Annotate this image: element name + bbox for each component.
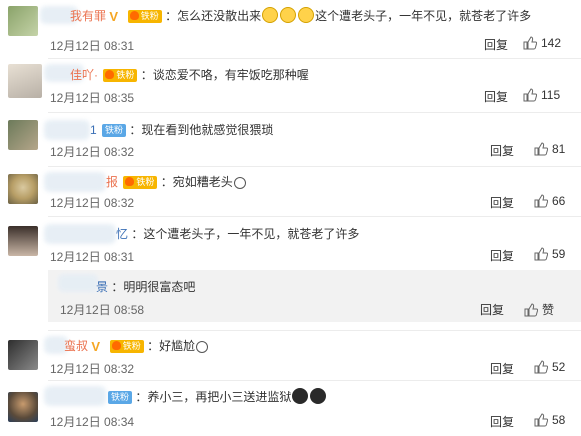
comment-item: 我有罪 V 铁粉 ：怎么还没散出来 这个遭老头子，一年不见，就苍老了许多 12月1… xyxy=(0,0,581,58)
blurred-username xyxy=(44,224,116,244)
flame-icon xyxy=(129,11,139,21)
comment-username[interactable]: 佳吖· xyxy=(70,68,98,82)
fan-badge[interactable]: 铁粉 xyxy=(127,10,162,24)
thumbs-up-icon xyxy=(534,142,549,156)
comment-item: 蛮叔 V 铁粉 ：好尴尬 12月12日 08:32 回复 52 xyxy=(0,330,581,380)
comment-text: ：现在看到他就感觉很猥琐 xyxy=(129,123,274,137)
comment-text-tail: 这个遭老头子，一年不见，就苍老了许多 xyxy=(315,9,532,23)
reply-button[interactable]: 回复 xyxy=(490,247,514,264)
comment-text: ：养小三，再把小三送进监狱 xyxy=(135,390,292,404)
laugh-emoji-icon xyxy=(280,7,297,23)
avatar[interactable] xyxy=(8,226,38,256)
flame-icon xyxy=(111,341,121,351)
comment-username[interactable]: 我有罪 xyxy=(70,9,106,23)
comment-date: 12月12日 08:34 xyxy=(50,415,135,429)
verified-v-icon: V xyxy=(109,9,119,25)
reply-button[interactable]: 回复 xyxy=(490,360,514,377)
laugh-emoji-icon xyxy=(298,7,315,23)
thumbs-up-icon xyxy=(534,360,549,374)
thumbs-up-icon xyxy=(524,303,539,317)
eyes-emoji-icon xyxy=(310,388,327,404)
comment-item: 铁粉 ：养小三，再把小三送进监狱 12月12日 08:34 回复 58 xyxy=(0,380,581,436)
blurred-username xyxy=(44,172,106,192)
comment-date: 12月12日 08:31 xyxy=(50,39,135,53)
comment-username[interactable]: 报 xyxy=(106,175,118,189)
comment-date: 12月12日 08:35 xyxy=(50,91,135,105)
reply-button[interactable]: 回复 xyxy=(490,142,514,159)
comment-item: 1 铁粉 ：现在看到他就感觉很猥琐 12月12日 08:32 回复 81 xyxy=(0,112,581,166)
like-button[interactable]: 58 xyxy=(534,413,565,427)
avatar[interactable] xyxy=(8,340,38,370)
blurred-username xyxy=(44,386,106,406)
smile-emoji-icon xyxy=(233,177,246,189)
verified-v-icon: V xyxy=(91,339,101,355)
like-button[interactable]: 142 xyxy=(523,36,561,50)
like-button[interactable]: 66 xyxy=(534,194,565,208)
avatar[interactable] xyxy=(8,392,38,422)
comment-text: ：谈恋爱不咯，有牢饭吃那种喔 xyxy=(140,68,309,82)
avatar[interactable] xyxy=(8,6,38,36)
thumbs-up-icon xyxy=(523,36,538,50)
comment-date: 12月12日 08:32 xyxy=(50,196,135,210)
reply-button[interactable]: 回复 xyxy=(484,88,508,105)
flame-icon xyxy=(125,177,135,187)
avatar[interactable] xyxy=(8,120,38,150)
comment-username[interactable]: 蛮叔 xyxy=(64,339,88,353)
comment-item: 佳吖· 铁粉 ：谈恋爱不咯，有牢饭吃那种喔 12月12日 08:35 回复 11… xyxy=(0,58,581,114)
comment-date: 12月12日 08:31 xyxy=(50,250,135,264)
like-button[interactable]: 115 xyxy=(523,88,560,102)
like-button[interactable]: 59 xyxy=(534,247,565,261)
comment-text: ：宛如糟老头 xyxy=(160,175,233,189)
reply-button[interactable]: 回复 xyxy=(490,194,514,211)
fan-badge[interactable]: 铁粉 xyxy=(123,176,158,190)
thumbs-up-icon xyxy=(534,194,549,208)
blurred-username xyxy=(58,274,98,292)
comment-text: ：明明很富态吧 xyxy=(111,280,196,294)
laugh-emoji-icon xyxy=(262,7,279,23)
awkward-emoji-icon xyxy=(196,341,209,353)
comment-text: ：好尴尬 xyxy=(147,339,196,353)
like-button[interactable]: 81 xyxy=(534,142,565,156)
comment-username[interactable]: 1 xyxy=(90,123,97,137)
flame-icon xyxy=(105,70,115,80)
fan-badge[interactable]: 铁粉 xyxy=(103,69,138,83)
reply-button[interactable]: 回复 xyxy=(490,413,514,430)
thumbs-up-icon xyxy=(523,88,538,102)
comment-username[interactable]: 景 xyxy=(96,280,108,294)
sub-reply-box: 景 ：明明很富态吧 12月12日 08:58 回复 赞 xyxy=(48,270,581,322)
iron-fan-badge[interactable]: 铁粉 xyxy=(102,124,127,138)
comment-date: 12月12日 08:32 xyxy=(50,362,135,376)
thumbs-up-icon xyxy=(534,413,549,427)
reply-button[interactable]: 回复 xyxy=(480,301,504,318)
eyes-emoji-icon xyxy=(292,388,309,404)
comment-item: 报 铁粉 ：宛如糟老头 12月12日 08:32 回复 66 xyxy=(0,166,581,216)
comment-text: ：这个遭老头子，一年不见，就苍老了许多 xyxy=(131,227,360,241)
comment-username[interactable]: 忆 xyxy=(116,227,128,241)
comment-date: 12月12日 08:58 xyxy=(60,303,145,317)
comment-text: ：怎么还没散出来 xyxy=(165,9,262,23)
like-button[interactable]: 52 xyxy=(534,360,565,374)
like-button[interactable]: 赞 xyxy=(524,301,554,318)
iron-fan-badge[interactable]: 铁粉 xyxy=(108,391,133,405)
fan-badge[interactable]: 铁粉 xyxy=(109,340,144,354)
thumbs-up-icon xyxy=(534,247,549,261)
comment-date: 12月12日 08:32 xyxy=(50,145,135,159)
comment-item: 忆 ：这个遭老头子，一年不见，就苍老了许多 12月12日 08:31 回复 59 xyxy=(0,216,581,270)
blurred-username xyxy=(44,120,90,140)
reply-button[interactable]: 回复 xyxy=(484,36,508,53)
avatar[interactable] xyxy=(8,174,38,204)
avatar[interactable] xyxy=(8,64,42,98)
